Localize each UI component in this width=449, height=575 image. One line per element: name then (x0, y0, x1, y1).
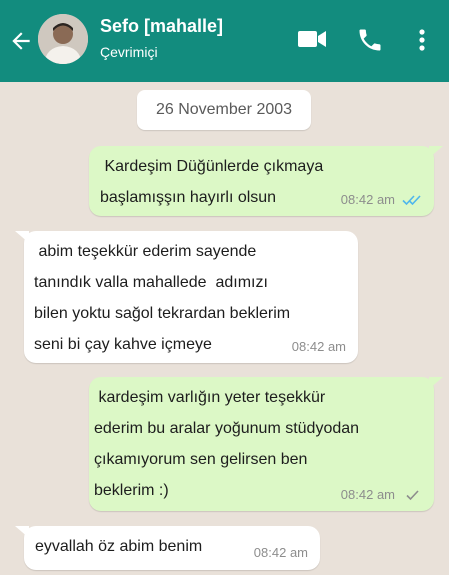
bubble-tail (15, 231, 29, 243)
message-bubble-incoming[interactable]: eyvallah öz abim benim 08:42 am (15, 526, 320, 570)
video-call-icon[interactable] (296, 26, 328, 52)
message-time: 08:42 am (291, 339, 346, 354)
message-meta: 08:42 am (292, 339, 346, 355)
contact-name[interactable]: Sefo [mahalle] (100, 16, 223, 37)
bubble-tail (15, 526, 29, 538)
contact-status: Çevrimiçi (100, 44, 158, 60)
menu-icon[interactable] (412, 26, 432, 54)
message-bubble-outgoing[interactable]: Kardeşim Düğünlerde çıkmaya başlamışşın … (89, 146, 443, 216)
back-arrow-icon[interactable] (8, 28, 34, 54)
message-meta: 08:42 am (254, 545, 308, 561)
voice-call-icon[interactable] (356, 26, 384, 54)
message-time: 08:42 am (253, 545, 308, 560)
double-tick-read-icon (402, 195, 421, 206)
message-bubble-outgoing[interactable]: kardeşim varlığın yeter teşekkür ederim … (89, 377, 443, 511)
message-meta: 08:42 am (341, 192, 422, 208)
message-bubble-incoming[interactable]: abim teşekkür ederim sayende tanındık va… (15, 231, 358, 363)
bubble-tail (429, 377, 443, 389)
single-tick-sent-icon (406, 490, 419, 501)
bubble-tail (429, 146, 443, 158)
message-meta: 08:42 am (341, 487, 422, 503)
chat-header: Sefo [mahalle] Çevrimiçi (0, 0, 449, 82)
date-chip: 26 November 2003 (137, 90, 311, 130)
avatar[interactable] (38, 14, 88, 64)
message-time: 08:42 am (340, 192, 395, 207)
message-time: 08:42 am (340, 487, 395, 502)
